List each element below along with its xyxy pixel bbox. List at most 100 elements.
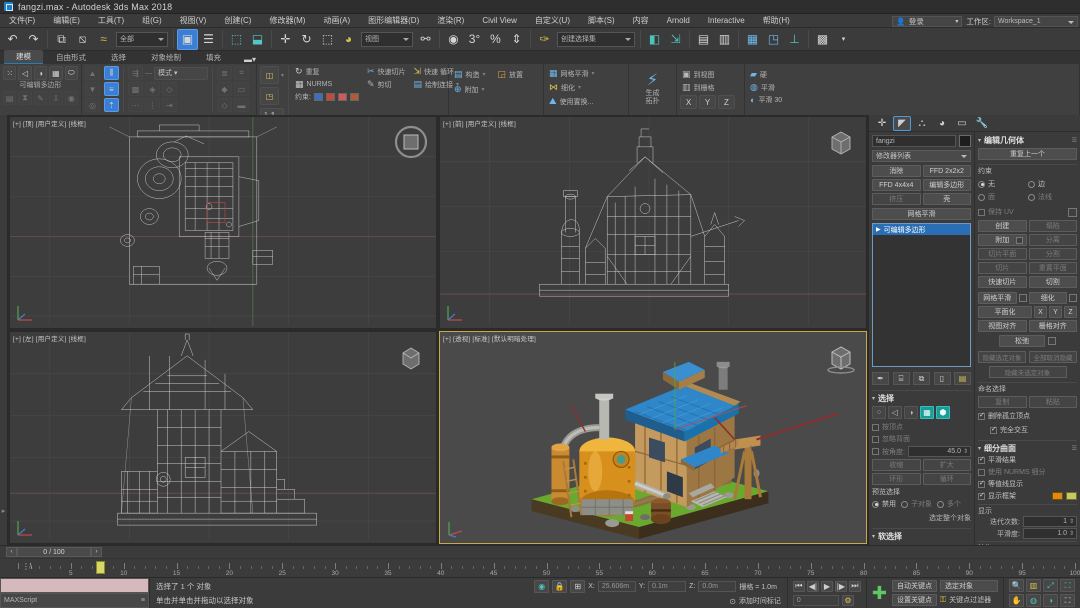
copy-button[interactable]: 复制 xyxy=(978,396,1027,408)
shrink-ring-icon[interactable]: ◇ xyxy=(217,98,232,112)
show-cage-row[interactable]: 显示框架 xyxy=(978,490,1077,502)
menu-item-13[interactable]: 内容 xyxy=(624,14,658,28)
vertex-level-icon[interactable]: ⁘ xyxy=(872,406,886,419)
view-cube[interactable] xyxy=(824,340,858,374)
hide-selected-button[interactable]: 隐藏选定对象 xyxy=(978,351,1026,363)
by-angle-row[interactable]: 按角度: 45.0 xyxy=(872,445,971,458)
selection-filter-combo[interactable]: 全部 xyxy=(116,31,168,47)
rectangular-selection-region-icon[interactable]: ⬚ xyxy=(226,29,247,50)
tessellate-settings-icon[interactable] xyxy=(1069,294,1077,302)
constraint-none-radio[interactable] xyxy=(978,180,985,188)
time-slider-handle[interactable] xyxy=(96,561,105,574)
edge-level-icon[interactable]: ◁ xyxy=(888,406,902,419)
utilities-tab[interactable]: 🔧 xyxy=(973,116,991,131)
planar-x-button[interactable]: X xyxy=(1034,306,1047,318)
menu-item-3[interactable]: 组(G) xyxy=(133,14,171,28)
rollout-pin-icon[interactable]: ☰ xyxy=(1072,445,1077,452)
menu-item-0[interactable]: 文件(F) xyxy=(0,14,44,28)
modifier-button-1[interactable]: FFD 2x2x2 xyxy=(922,165,971,177)
show-cage-checkbox[interactable] xyxy=(978,492,985,500)
select-by-name-icon[interactable]: ☰ xyxy=(198,29,219,50)
hierarchy-tab[interactable]: ⛬ xyxy=(913,116,931,131)
paint-connect-icon[interactable]: ◳ xyxy=(260,87,279,105)
reference-coordinate-combo[interactable]: 视图 xyxy=(361,31,413,47)
menu-item-15[interactable]: Interactive xyxy=(699,14,754,28)
select-and-move-icon[interactable]: ✛ xyxy=(275,29,296,50)
time-configuration-icon[interactable]: ⋮\ xyxy=(22,562,32,571)
element-subobject-icon[interactable]: ⬭ xyxy=(64,66,79,80)
constraint-face-swatch[interactable] xyxy=(337,93,347,101)
key-filter-combo[interactable]: 选定对象 xyxy=(940,580,998,592)
grow-loop-icon[interactable]: ▭ xyxy=(234,82,249,96)
show-end-result-icon[interactable]: ⌸ xyxy=(892,372,910,385)
zoom-region-icon[interactable]: ⛶ xyxy=(1060,579,1075,592)
tessellate-button[interactable]: 细化 xyxy=(1028,292,1067,304)
by-vertex-checkbox[interactable] xyxy=(872,423,879,431)
preview-subobject-radio[interactable] xyxy=(901,500,908,508)
skip-end-icon[interactable]: ⏭ xyxy=(848,580,861,592)
by-vertex-row[interactable]: 按顶点 xyxy=(872,421,971,433)
menu-item-5[interactable]: 创建(C) xyxy=(215,14,260,28)
sign-in-button[interactable]: 👤 登录 ▾ xyxy=(892,15,963,27)
attach-button[interactable]: 附加 xyxy=(978,234,1027,246)
collapse-stack-icon[interactable]: ⇩ xyxy=(49,91,63,105)
rollout-pin-icon[interactable]: ☰ xyxy=(1072,137,1077,144)
modifier-button-0[interactable]: 消除 xyxy=(872,165,921,177)
menu-item-11[interactable]: 自定义(U) xyxy=(526,14,579,28)
menu-item-7[interactable]: 动画(A) xyxy=(314,14,359,28)
viewport-expand-icon[interactable]: ▸ xyxy=(2,507,6,515)
bind-space-warp-icon[interactable]: ≈ xyxy=(93,29,114,50)
detach-button[interactable]: 分离 xyxy=(1028,234,1077,246)
display-tab[interactable]: ▭ xyxy=(953,116,971,131)
orbit-icon[interactable]: ◍ xyxy=(1026,594,1041,607)
current-frame-field[interactable]: 0 / 100 xyxy=(17,547,91,557)
prev-frame-icon[interactable]: ◀| xyxy=(806,580,819,592)
modifier-stack[interactable]: ▶ 可编辑多边形 xyxy=(872,223,971,367)
make-planar-button[interactable]: 平面化 xyxy=(978,306,1032,318)
undo-icon[interactable]: ↶ xyxy=(2,29,23,50)
relax-settings-icon[interactable] xyxy=(1048,337,1056,345)
grow-button[interactable]: 扩大 xyxy=(922,459,971,471)
view-align-button[interactable]: 视图对齐 xyxy=(978,320,1027,332)
object-color-swatch[interactable] xyxy=(959,135,971,147)
rollout-title-soft-selection[interactable]: ▾ 软选择 xyxy=(872,531,971,542)
cage-color-swatch-1[interactable] xyxy=(1052,492,1063,500)
paste-button[interactable]: 粘贴 xyxy=(1028,396,1077,408)
viewport-label[interactable]: [+] [前] [用户定义] [线框] xyxy=(443,118,516,128)
grow-ring-icon[interactable]: ◆ xyxy=(217,82,232,96)
snaps-toggle-icon[interactable]: ◉ xyxy=(443,29,464,50)
redo-icon[interactable]: ↷ xyxy=(23,29,44,50)
angle-spinner[interactable]: 45.0 xyxy=(907,446,971,457)
field-of-view-icon[interactable]: ◑ xyxy=(1043,594,1058,607)
modifier-button-4[interactable]: 挤压 xyxy=(872,193,921,205)
cage-color-swatch-2[interactable] xyxy=(1066,492,1077,500)
by-angle-checkbox[interactable] xyxy=(872,448,879,455)
menu-item-2[interactable]: 工具(T) xyxy=(89,14,133,28)
maxscript-mini-listener-pink[interactable] xyxy=(0,578,149,593)
grid-align-button[interactable]: 栅格对齐 xyxy=(1028,320,1077,332)
y-field[interactable]: 0.1m xyxy=(648,581,687,592)
by-surface-icon[interactable]: ⌗ xyxy=(234,66,249,80)
msmooth-button[interactable]: 网格平滑 xyxy=(978,292,1017,304)
use-pivot-center-icon[interactable]: ⚯ xyxy=(415,29,436,50)
loop-button[interactable]: 循环 xyxy=(922,473,971,485)
smooth-result-row[interactable]: 平滑结果 xyxy=(978,454,1077,466)
angle-snap-icon[interactable]: 3° xyxy=(464,29,485,50)
preserve-icon[interactable]: ◉ xyxy=(64,91,79,105)
align-z-button[interactable]: Z xyxy=(718,95,735,109)
zoom-icon[interactable]: 🔍 xyxy=(1009,579,1024,592)
modifier-button-5[interactable]: 壳 xyxy=(922,193,971,205)
fill-icon[interactable]: ▩ xyxy=(128,82,143,96)
attach-settings-icon[interactable] xyxy=(1015,236,1023,244)
z-field[interactable]: 0.0m xyxy=(698,581,737,592)
schematic-view-icon[interactable]: ◳ xyxy=(763,29,784,50)
align-icon[interactable]: ⇲ xyxy=(665,29,686,50)
layer-explorer-icon[interactable]: ▤ xyxy=(693,29,714,50)
selection-lock-toggle-icon[interactable]: ◉ xyxy=(534,580,550,593)
render-setup-icon[interactable]: ▩ xyxy=(812,29,833,50)
ring-mode-icon[interactable]: ≡ xyxy=(104,82,119,96)
polygon-subobject-icon[interactable]: ▦ xyxy=(49,66,63,80)
preserve-uv-row[interactable]: 保持 UV xyxy=(978,205,1077,218)
ribbon-tab-1[interactable]: 自由形式 xyxy=(44,51,98,64)
planar-y-button[interactable]: Y xyxy=(1049,306,1062,318)
